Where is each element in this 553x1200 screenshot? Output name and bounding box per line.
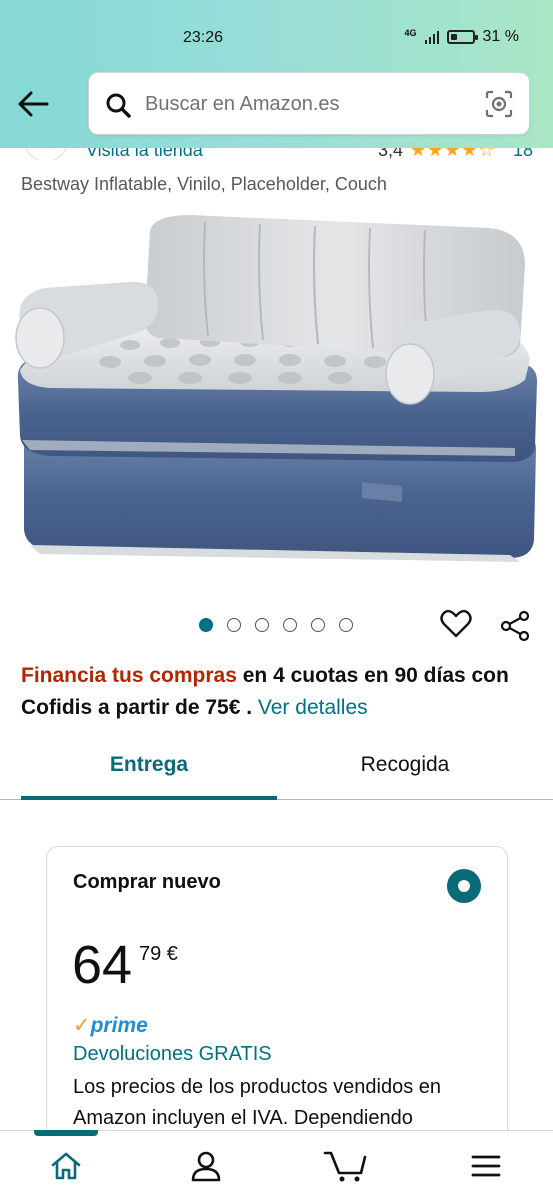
signal-icon: [424, 30, 439, 44]
carousel-dot[interactable]: [311, 618, 325, 632]
carousel-dot[interactable]: [339, 618, 353, 632]
rating-stars[interactable]: ★★★★☆: [410, 148, 496, 160]
financing-details-link[interactable]: Ver detalles: [258, 696, 368, 719]
nav-cart[interactable]: [322, 1148, 368, 1184]
financing-highlight: Financia tus compras: [21, 664, 237, 687]
buy-new-radio[interactable]: [447, 869, 481, 903]
cart-icon: [323, 1151, 367, 1182]
battery-icon: [446, 30, 478, 44]
financing-banner: Financia tus compras en 4 cuotas en 90 d…: [21, 660, 521, 724]
status-indicators: 4G 31 %: [405, 28, 519, 46]
price-fraction: 79 €: [139, 943, 178, 965]
tax-info: Los precios de los productos vendidos en…: [73, 1076, 442, 1129]
buy-new-card[interactable]: Comprar nuevo 64 79 € ✓prime Devolucione…: [46, 846, 508, 1166]
rating-count[interactable]: 18: [513, 148, 533, 160]
carousel-dot[interactable]: [283, 618, 297, 632]
price-whole: 64: [72, 935, 133, 995]
network-label: 4G: [404, 28, 417, 38]
prime-check-icon: ✓: [73, 1014, 91, 1037]
visit-store-link[interactable]: Visita la tienda: [86, 148, 203, 160]
image-carousel-dots: [199, 618, 353, 632]
back-button[interactable]: [16, 88, 50, 120]
rating-value: 3,4: [378, 148, 404, 160]
search-input[interactable]: [145, 88, 465, 120]
nav-account[interactable]: [186, 1148, 226, 1184]
status-bar: 23:26 4G 31 %: [0, 0, 553, 72]
nav-active-indicator: [34, 1130, 98, 1136]
nav-home[interactable]: [46, 1148, 86, 1184]
share-button[interactable]: [500, 610, 530, 642]
buy-new-title: Comprar nuevo: [73, 871, 221, 893]
home-icon: [51, 1152, 81, 1180]
delivery-tabs: Entrega Recogida: [0, 740, 553, 802]
store-logo: [24, 148, 68, 160]
carousel-dot[interactable]: [227, 618, 241, 632]
tab-entrega[interactable]: Entrega: [21, 740, 277, 798]
carousel-dot[interactable]: [199, 618, 213, 632]
status-time: 23:26: [183, 29, 224, 46]
prime-badge: ✓prime: [73, 1014, 148, 1037]
product-image[interactable]: [10, 210, 545, 570]
wishlist-button[interactable]: [440, 609, 472, 641]
search-box[interactable]: [88, 72, 530, 135]
battery-fill: [450, 34, 457, 40]
menu-icon: [471, 1155, 501, 1177]
heart-icon: [440, 609, 472, 638]
tab-recogida[interactable]: Recogida: [277, 740, 533, 798]
camera-icon[interactable]: [485, 90, 513, 118]
user-icon: [191, 1151, 221, 1182]
nav-menu[interactable]: [466, 1148, 506, 1184]
search-icon: [106, 93, 131, 118]
share-icon: [500, 610, 530, 642]
carousel-dot[interactable]: [255, 618, 269, 632]
seller-row: Visita la tienda 3,4 ★★★★☆ 18: [0, 148, 553, 160]
product-subtitle: Bestway Inflatable, Vinilo, Placeholder,…: [21, 174, 387, 194]
arrow-left-icon: [18, 91, 49, 117]
free-returns-link[interactable]: Devoluciones GRATIS: [73, 1043, 272, 1066]
active-tab-indicator: [21, 796, 277, 800]
battery-percent: 31 %: [482, 28, 519, 45]
